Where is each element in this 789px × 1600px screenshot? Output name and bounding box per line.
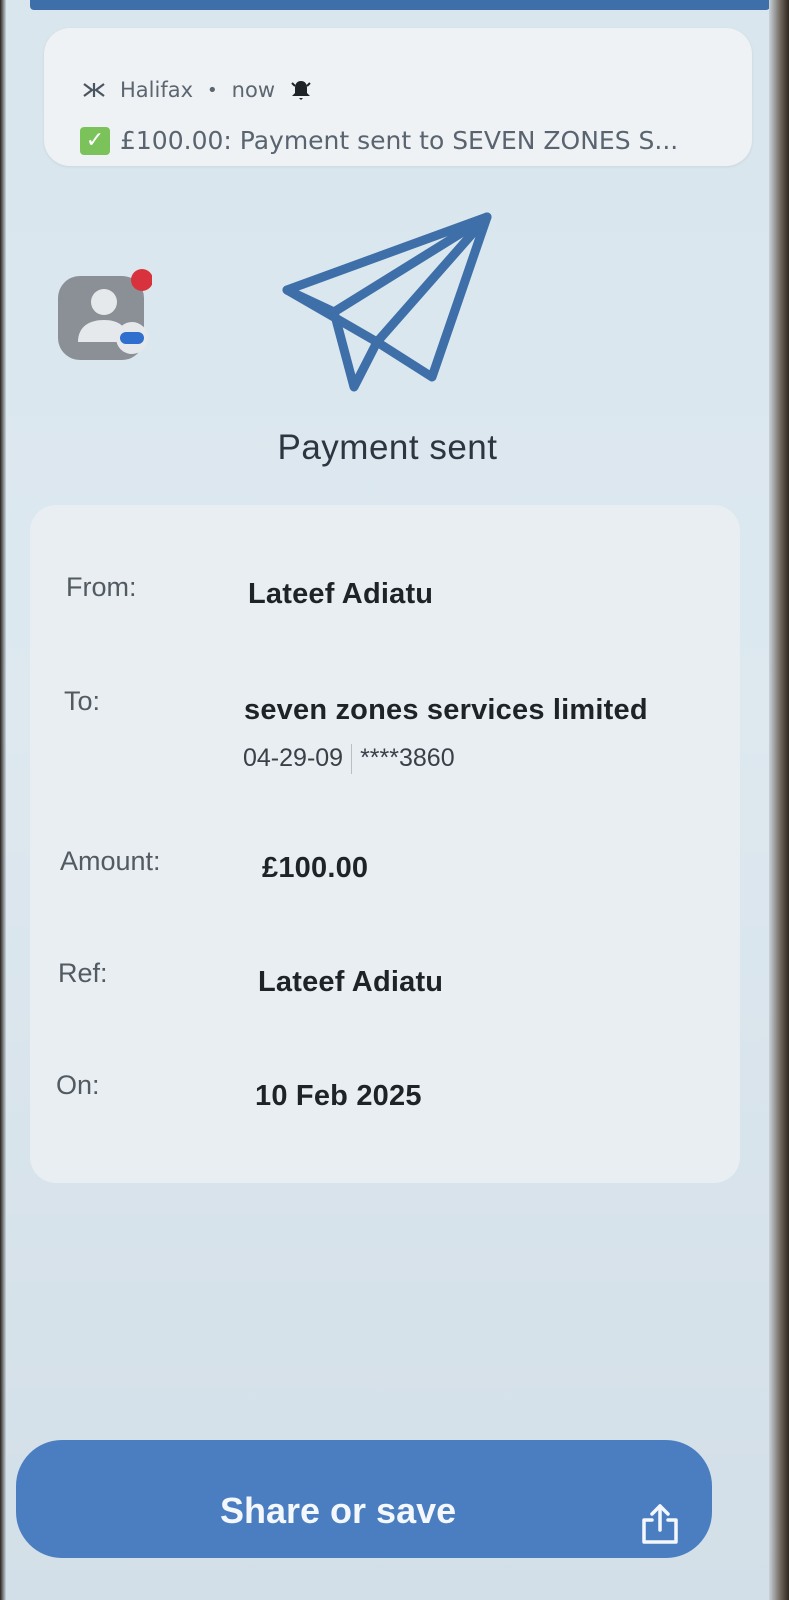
notification-separator: • <box>207 79 218 101</box>
ref-label: Ref: <box>58 958 108 988</box>
halifax-logo-icon <box>83 83 105 97</box>
device-bezel-right <box>769 0 789 1600</box>
share-button-label[interactable]: Share or save <box>220 1490 670 1532</box>
ref-value: Lateef Adiatu <box>258 966 444 998</box>
to-account-row: 04-29-09 ****3860 <box>243 744 455 775</box>
amount-value: £100.00 <box>262 852 369 884</box>
notification-message: £100.00: Payment sent to SEVEN ZONES S..… <box>120 126 679 155</box>
to-name: seven zones services limited <box>244 694 648 726</box>
notification-time: now <box>231 78 275 102</box>
date-label: On: <box>56 1070 100 1100</box>
screen: Halifax • now ✓ £100.00: Payment sent to… <box>0 0 789 1600</box>
from-label: From: <box>66 572 137 602</box>
to-sort-code: 04-29-09 <box>243 744 344 772</box>
amount-label: Amount: <box>60 846 161 876</box>
from-value: Lateef Adiatu <box>248 578 434 610</box>
notification-banner[interactable]: Halifax • now ✓ £100.00: Payment sent to… <box>44 28 752 166</box>
paper-plane-icon <box>282 212 492 392</box>
notification-header: Halifax • now <box>82 78 313 102</box>
date-value: 10 Feb 2025 <box>255 1080 422 1112</box>
account-divider <box>351 744 353 775</box>
share-icon[interactable] <box>638 1502 682 1546</box>
to-label: To: <box>64 686 101 716</box>
device-edge-left <box>0 0 6 1600</box>
contact-chat-icon[interactable] <box>58 268 152 362</box>
to-account-number: ****3860 <box>360 744 455 772</box>
top-status-strip <box>30 0 770 10</box>
notification-app-name: Halifax <box>120 78 194 102</box>
checkbox-check-icon: ✓ <box>80 126 110 155</box>
bell-icon <box>291 81 311 100</box>
notification-message-row: ✓ £100.00: Payment sent to SEVEN ZONES S… <box>80 126 678 155</box>
page-title: Payment sent <box>277 428 498 467</box>
